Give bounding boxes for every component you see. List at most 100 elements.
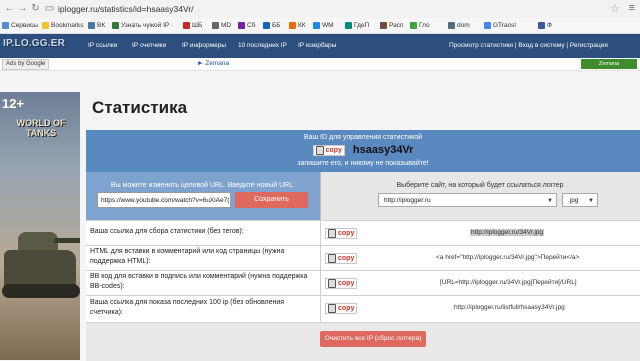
id-row: copy hsaasy34Vr: [86, 144, 640, 156]
row-label: Ваша ссылка для сбора статистики (без те…: [90, 228, 244, 235]
domain-select[interactable]: http://iplogger.ru ▼: [378, 193, 557, 207]
favicon-icon: [2, 22, 9, 29]
nav-ip-informers[interactable]: IP информеры: [182, 42, 226, 49]
copy-bbcode-button[interactable]: copy: [325, 278, 358, 290]
tank-gun-shape: [54, 238, 80, 243]
nav-ip-counters[interactable]: IP счетчики: [132, 42, 166, 49]
copy-label: copy: [325, 146, 342, 154]
chevron-down-icon: ▼: [588, 198, 594, 204]
favicon-icon: [238, 22, 245, 29]
bookmark-item[interactable]: Сб: [238, 20, 255, 31]
forward-arrow-icon[interactable]: →: [17, 3, 28, 14]
bbcode-value[interactable]: [URL=http://iplogger.ru/34Vr.jpg]Перейти…: [440, 279, 577, 286]
copy-html-button[interactable]: copy: [325, 253, 358, 265]
extension-select[interactable]: .jpg ▼: [562, 193, 598, 207]
page-icon: ▭: [44, 3, 55, 14]
bookmark-label: GTransl: [493, 22, 516, 29]
favicon-icon: [289, 22, 296, 29]
copy-id-button[interactable]: copy: [312, 144, 345, 156]
reset-ip-button[interactable]: Очистить все IP (сброс логгера): [320, 331, 426, 347]
copy-label: copy: [338, 255, 355, 262]
bookmark-item[interactable]: MD: [212, 20, 231, 31]
url-field[interactable]: iplogger.ru/statistics/id=hsaasy34Vr/: [58, 4, 194, 14]
bookmark-item[interactable]: WM: [313, 20, 334, 31]
bookmark-label: dom: [457, 22, 470, 29]
bookmark-label: Bookmarks: [51, 22, 84, 29]
extension-select-value: .jpg: [568, 197, 579, 204]
clipboard-icon: [328, 254, 336, 263]
bookmark-label: Сервисы: [11, 22, 38, 29]
nav-last-10-ip[interactable]: 10 последних IP: [238, 42, 287, 49]
bookmark-label: Узнать чужой IP ·: [121, 22, 174, 29]
bookmark-item[interactable]: Сервисы: [2, 20, 38, 31]
bookmark-label: WM: [322, 22, 334, 29]
copy-listfull-button[interactable]: copy: [325, 303, 358, 315]
chevron-down-icon: ▼: [547, 198, 553, 204]
row-label: Ваша ссылка для показа последних 100 ip …: [90, 299, 285, 316]
id-warning-text: запишите его, и никому не показывайте!: [297, 160, 429, 167]
bookmark-item[interactable]: ББ: [263, 20, 281, 31]
bookmark-item[interactable]: ГдеП: [345, 20, 369, 31]
bookmark-label: Ф: [547, 22, 552, 29]
bookmark-star-icon[interactable]: ☆: [610, 2, 620, 15]
page-title: Статистика: [92, 98, 188, 117]
column-divider: [320, 220, 321, 322]
favicon-icon: [112, 22, 119, 29]
save-button[interactable]: Сохранить: [235, 192, 308, 208]
change-url-label: Вы можете изменить целевой URL. Введите …: [110, 182, 296, 189]
copy-label: copy: [338, 305, 355, 312]
favicon-icon: [345, 22, 352, 29]
clipboard-icon: [315, 145, 324, 155]
back-arrow-icon[interactable]: ←: [4, 3, 15, 14]
bookmark-item[interactable]: Ф: [538, 20, 552, 31]
ads-by-google[interactable]: Ads by Google: [2, 59, 50, 70]
nav-ip-links[interactable]: IP ссылки: [88, 42, 117, 49]
reload-icon[interactable]: ↻: [30, 3, 41, 14]
age-rating: 12+: [2, 96, 25, 111]
menu-icon[interactable]: ≡: [629, 2, 635, 14]
favicon-icon: [410, 22, 417, 29]
bookmark-label: ВК: [97, 22, 106, 29]
nav-right-links[interactable]: Просмотр статистики | Вход в систему | Р…: [449, 42, 608, 49]
copy-label: copy: [338, 230, 355, 237]
favicon-icon: [88, 22, 95, 29]
bookmark-item[interactable]: ШБ: [183, 20, 202, 31]
tank-tracks-shape: [2, 284, 80, 298]
bookmark-item[interactable]: Гло: [410, 20, 430, 31]
favicon-icon: [448, 22, 455, 29]
favicon-icon: [212, 22, 219, 29]
favicon-icon: [380, 22, 387, 29]
bookmark-item[interactable]: Bookmarks: [42, 20, 84, 31]
clipboard-icon: [328, 304, 336, 313]
bookmark-label: MD: [221, 22, 232, 29]
bookmark-label: ШБ: [192, 22, 203, 29]
bookmark-label: ББ: [272, 22, 281, 29]
favicon-icon: [313, 22, 320, 29]
html-code-value[interactable]: <a href="http://iplogger.ru/34Vr.jpg">Пе…: [436, 254, 579, 261]
listfull-value[interactable]: http://iplogger.ru/listfull/hsaasy34Vr.j…: [454, 304, 565, 311]
link-value[interactable]: http://iplogger.ru/34Vr.jpg: [470, 229, 545, 236]
favicon-icon: [484, 22, 491, 29]
copy-link-button[interactable]: copy: [325, 228, 358, 240]
bookmark-item[interactable]: GTransl: [484, 20, 516, 31]
bookmark-item[interactable]: КК: [289, 20, 306, 31]
bookmark-item[interactable]: ВК: [88, 20, 105, 31]
domain-select-value: http://iplogger.ru: [384, 197, 431, 204]
row-label: BB код для вставки в подпись или коммент…: [90, 273, 308, 290]
clipboard-icon: [328, 229, 336, 238]
nav-ip-userbars[interactable]: IP юзербары: [298, 42, 336, 49]
favicon-icon: [538, 22, 545, 29]
bookmark-item[interactable]: Расп: [380, 20, 404, 31]
bookmark-item[interactable]: Узнать чужой IP ·: [112, 20, 173, 31]
target-url-input[interactable]: https://www.youtube.com/watch?v=6uXiAe7(: [97, 192, 231, 208]
bookmark-item[interactable]: dom: [448, 20, 470, 31]
row-label: HTML для вставки в комментарий или код с…: [90, 248, 285, 265]
site-logo[interactable]: IP.LO.GG.ER: [3, 38, 65, 49]
id-header-text: Ваш ID для управления статистикой: [303, 134, 423, 141]
bookmark-label: Расп: [389, 22, 404, 29]
ad-title: WORLD OF TANKS: [16, 118, 66, 138]
ad-link[interactable]: ► Zemana: [197, 60, 229, 67]
ad-button[interactable]: Zemana: [581, 59, 637, 69]
clipboard-icon: [328, 279, 336, 288]
ad-bar: [0, 58, 640, 71]
